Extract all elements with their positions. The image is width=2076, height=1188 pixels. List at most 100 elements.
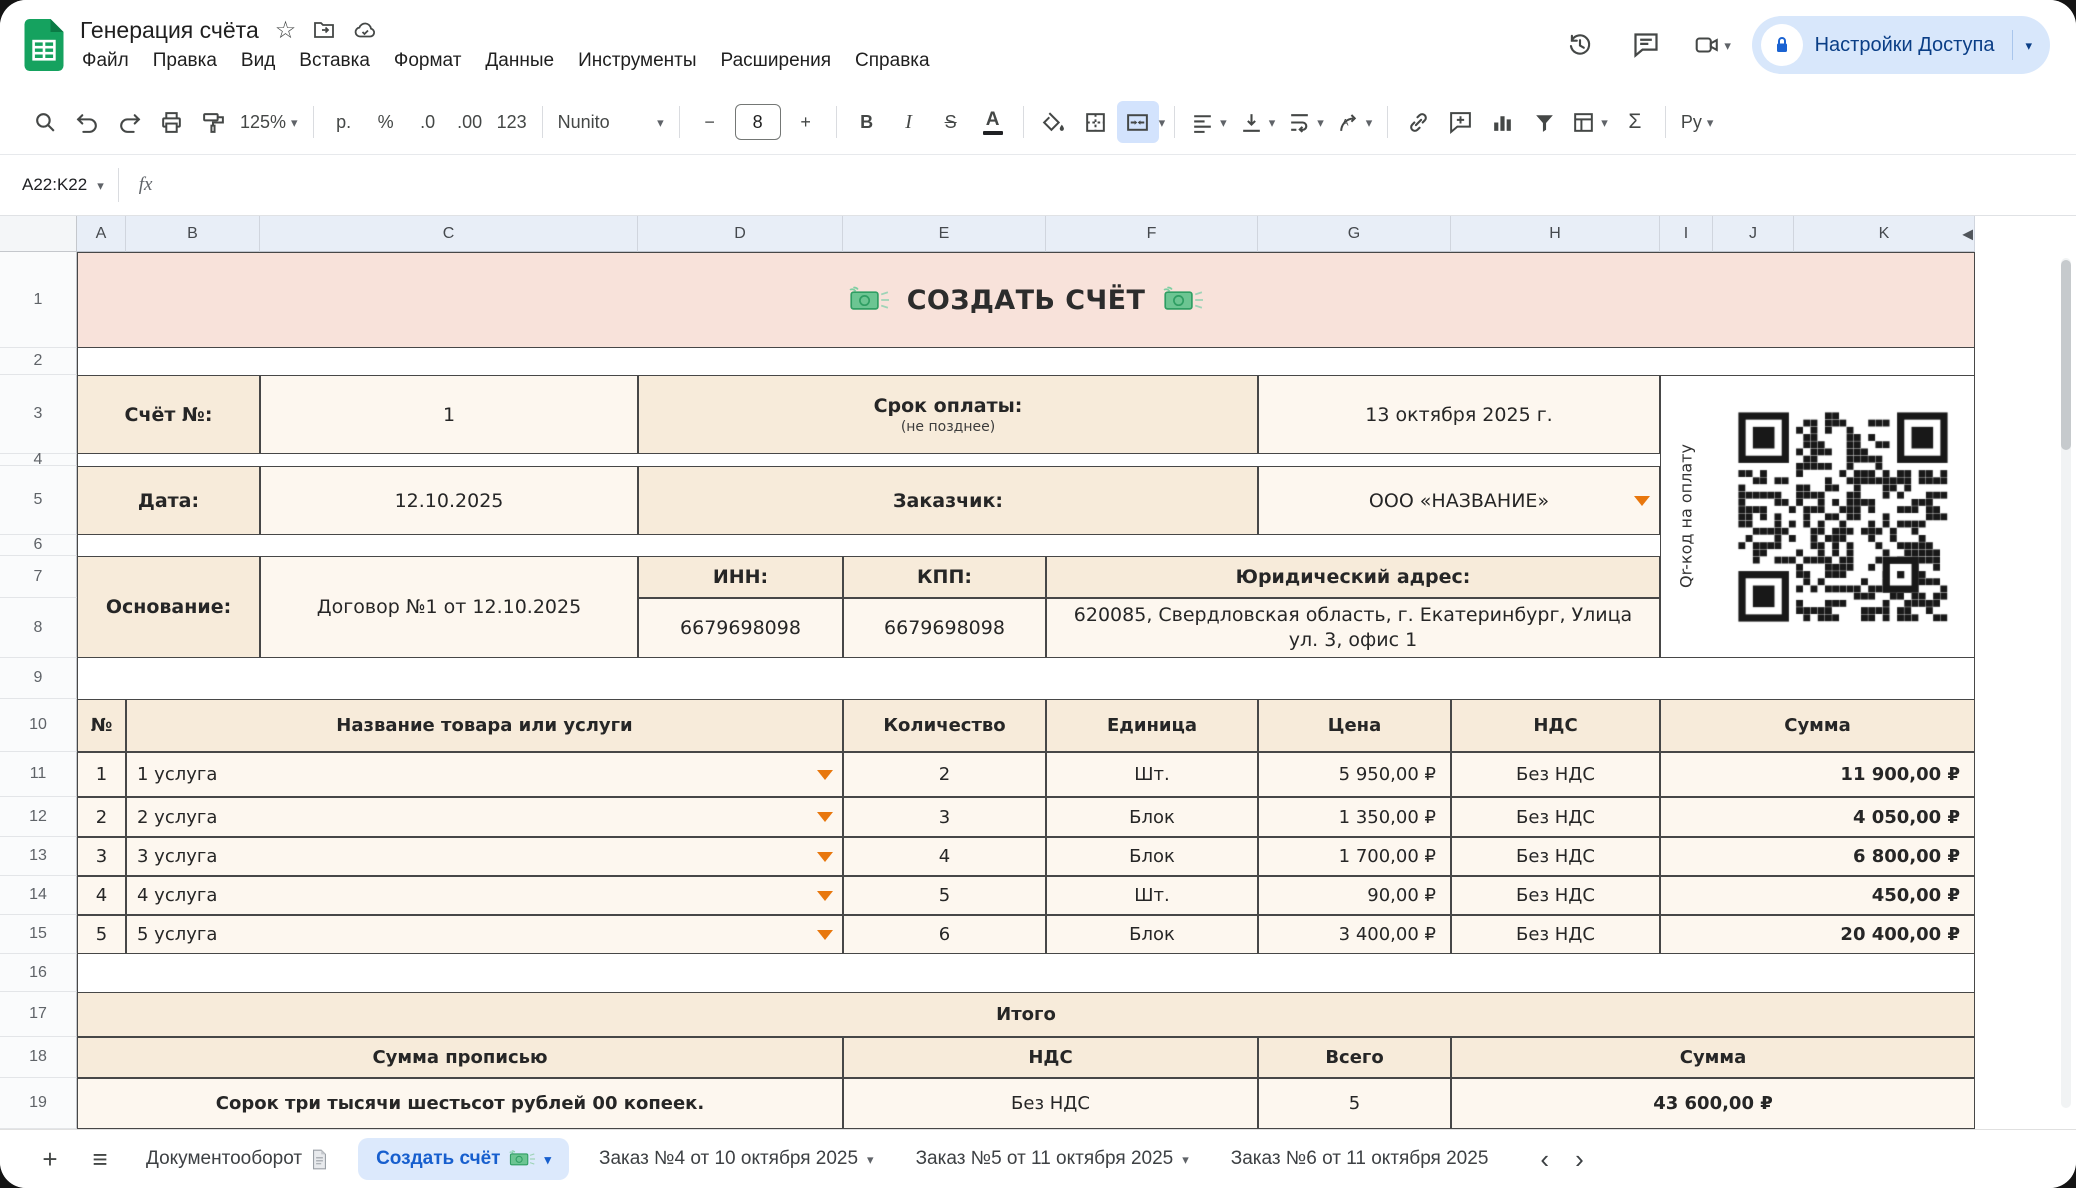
invoice-number-label[interactable]: Счёт №: — [77, 375, 260, 454]
inn-value[interactable]: 6679698098 — [638, 598, 843, 658]
item-number-cell[interactable]: 2 — [77, 797, 126, 837]
kpp-value[interactable]: 6679698098 — [843, 598, 1046, 658]
invoice-number-value[interactable]: 1 — [260, 375, 638, 454]
row-header[interactable]: 1 — [0, 252, 77, 348]
star-icon[interactable]: ☆ — [275, 16, 297, 45]
row-header[interactable]: 7 — [0, 556, 77, 598]
item-unit-cell[interactable]: Блок — [1046, 797, 1258, 837]
row-header[interactable]: 16 — [0, 954, 77, 992]
item-dropdown-icon[interactable] — [817, 812, 833, 822]
item-name-cell[interactable]: 5 услуга — [126, 915, 843, 954]
item-total-cell[interactable]: 20 400,00 ₽ — [1660, 915, 1975, 954]
font-size-input[interactable]: 8 — [734, 104, 781, 140]
tab-scroll-left-icon[interactable]: ‹ — [1540, 1144, 1549, 1175]
hidden-columns-icon[interactable]: ◀ — [1962, 225, 1973, 242]
items-header-quantity[interactable]: Количество — [843, 699, 1046, 752]
paint-format-button[interactable] — [192, 101, 234, 143]
due-date-value[interactable]: 13 октября 2025 г. — [1258, 375, 1660, 454]
item-number-cell[interactable]: 4 — [77, 876, 126, 915]
kpp-label[interactable]: КПП: — [843, 556, 1046, 598]
item-vat-cell[interactable]: Без НДС — [1451, 915, 1660, 954]
menu-item-view[interactable]: Вид — [229, 47, 287, 75]
totals-count-header[interactable]: Всего — [1258, 1037, 1451, 1078]
item-price-cell[interactable]: 1 350,00 ₽ — [1258, 797, 1451, 837]
item-vat-cell[interactable]: Без НДС — [1451, 797, 1660, 837]
name-box[interactable]: A22:K22 ▾ — [0, 155, 118, 215]
sheet-tab-order-5[interactable]: Заказ №5 от 11 октября 2025 ▾ — [898, 1130, 1207, 1188]
all-sheets-button[interactable]: ≡ — [78, 1137, 122, 1181]
increase-decimals-button[interactable]: .00 — [449, 101, 491, 143]
menu-item-format[interactable]: Формат — [382, 47, 474, 75]
tab-menu-caret-icon[interactable]: ▾ — [867, 1153, 874, 1166]
currency-format-button[interactable]: р. — [323, 101, 365, 143]
legal-address-value[interactable]: 620085, Свердловская область, г. Екатери… — [1046, 598, 1660, 658]
item-price-cell[interactable]: 90,00 ₽ — [1258, 876, 1451, 915]
item-number-cell[interactable]: 5 — [77, 915, 126, 954]
basis-label[interactable]: Основание: — [77, 556, 260, 658]
row-header[interactable]: 2 — [0, 348, 77, 375]
font-selector[interactable]: Nunito ▾ — [552, 101, 670, 143]
fill-color-button[interactable] — [1033, 101, 1075, 143]
item-name-cell[interactable]: 1 услуга — [126, 752, 843, 797]
cloud-status-icon[interactable] — [352, 18, 378, 42]
item-dropdown-icon[interactable] — [817, 769, 833, 780]
share-settings-button[interactable]: Настройки Доступа ▾ — [1751, 16, 2050, 74]
item-price-cell[interactable]: 1 700,00 ₽ — [1258, 837, 1451, 876]
row-header[interactable]: 4 — [0, 451, 77, 468]
totals-title[interactable]: Итого — [77, 992, 1975, 1037]
item-unit-cell[interactable]: Шт. — [1046, 876, 1258, 915]
zoom-control[interactable]: 125% ▾ — [234, 101, 304, 143]
vertical-align-button[interactable]: ▾ — [1233, 101, 1282, 143]
sheet-tab-docs[interactable]: Документооборот — [128, 1130, 346, 1188]
items-header-price[interactable]: Цена — [1258, 699, 1451, 752]
item-total-cell[interactable]: 11 900,00 ₽ — [1660, 752, 1975, 797]
item-qty-cell[interactable]: 6 — [843, 915, 1046, 954]
totals-count-value[interactable]: 5 — [1258, 1078, 1451, 1129]
insert-comment-button[interactable] — [1439, 101, 1481, 143]
insert-chart-button[interactable] — [1481, 101, 1523, 143]
row-header[interactable]: 3 — [0, 375, 77, 454]
more-formats-button[interactable]: 123 — [491, 101, 533, 143]
merge-caret-icon[interactable]: ▾ — [1159, 116, 1166, 129]
scrollbar-thumb[interactable] — [2061, 260, 2071, 450]
items-header-number[interactable]: № — [77, 699, 126, 752]
totals-words-value[interactable]: Сорок три тысячи шестьсот рублей 00 копе… — [77, 1078, 843, 1129]
text-color-button[interactable]: A — [972, 101, 1014, 143]
column-header-d[interactable]: D — [638, 216, 843, 252]
customer-dropdown-icon[interactable] — [1634, 495, 1650, 506]
item-qty-cell[interactable]: 2 — [843, 752, 1046, 797]
item-price-cell[interactable]: 5 950,00 ₽ — [1258, 752, 1451, 797]
column-header-k[interactable]: K ◀ — [1794, 216, 1975, 252]
column-header-i[interactable]: I — [1660, 216, 1713, 252]
row-header[interactable]: 6 — [0, 535, 77, 556]
increase-font-size-button[interactable]: + — [785, 101, 827, 143]
item-number-cell[interactable]: 1 — [77, 752, 126, 797]
item-unit-cell[interactable]: Блок — [1046, 915, 1258, 954]
document-title[interactable]: Генерация счёта — [80, 17, 259, 44]
comments-button[interactable] — [1620, 19, 1672, 71]
column-header-c[interactable]: C — [260, 216, 638, 252]
column-header-h[interactable]: H — [1451, 216, 1660, 252]
italic-button[interactable]: I — [888, 101, 930, 143]
bold-button[interactable]: B — [846, 101, 888, 143]
row-header[interactable]: 11 — [0, 752, 77, 797]
column-header-g[interactable]: G — [1258, 216, 1451, 252]
item-qty-cell[interactable]: 5 — [843, 876, 1046, 915]
meet-camera-button[interactable]: ▾ — [1686, 19, 1738, 71]
row-header[interactable]: 9 — [0, 658, 77, 699]
merge-cells-button[interactable] — [1116, 101, 1159, 143]
add-sheet-button[interactable]: + — [28, 1137, 72, 1181]
undo-button[interactable] — [66, 101, 108, 143]
row-header[interactable]: 8 — [0, 598, 77, 658]
menu-item-extensions[interactable]: Расширения — [709, 47, 844, 75]
sheet-tab-order-4[interactable]: Заказ №4 от 10 октября 2025 ▾ — [581, 1130, 892, 1188]
strikethrough-button[interactable]: S — [930, 101, 972, 143]
decrease-font-size-button[interactable]: − — [689, 101, 731, 143]
column-header-a[interactable]: A — [77, 216, 126, 252]
column-header-e[interactable]: E — [843, 216, 1046, 252]
row-header[interactable]: 18 — [0, 1037, 77, 1078]
item-number-cell[interactable]: 3 — [77, 837, 126, 876]
item-total-cell[interactable]: 4 050,00 ₽ — [1660, 797, 1975, 837]
item-qty-cell[interactable]: 3 — [843, 797, 1046, 837]
sheet-tab-create-invoice[interactable]: Создать счёт ▾ — [358, 1138, 569, 1180]
